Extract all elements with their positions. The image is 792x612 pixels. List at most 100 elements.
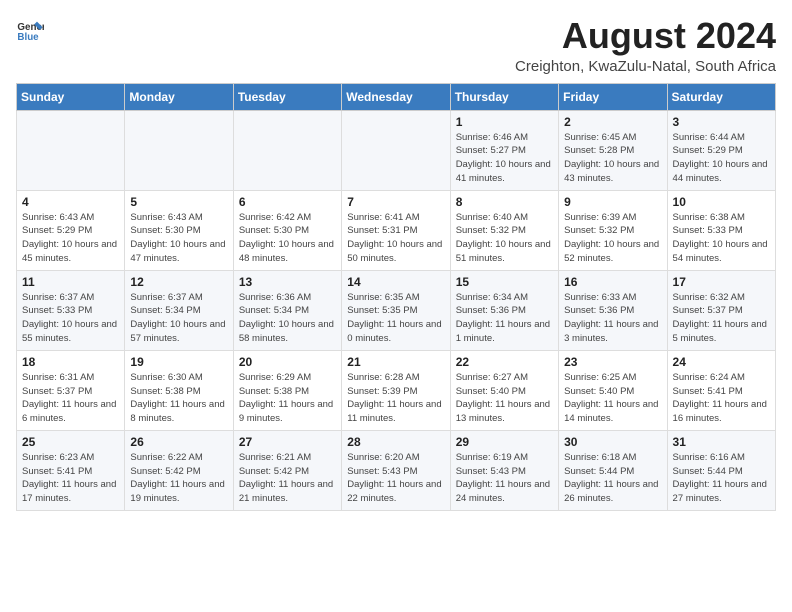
day-info: Sunrise: 6:43 AM Sunset: 5:30 PM Dayligh… — [130, 211, 227, 266]
day-info: Sunrise: 6:20 AM Sunset: 5:43 PM Dayligh… — [347, 451, 444, 506]
day-number: 7 — [347, 195, 444, 209]
header-monday: Monday — [125, 83, 233, 110]
calendar-week-2: 4Sunrise: 6:43 AM Sunset: 5:29 PM Daylig… — [17, 190, 776, 270]
day-info: Sunrise: 6:37 AM Sunset: 5:34 PM Dayligh… — [130, 291, 227, 346]
day-number: 16 — [564, 275, 661, 289]
month-year-title: August 2024 — [515, 16, 776, 56]
calendar-cell: 2 Sunrise: 6:45 AM Sunset: 5:28 PM Daylig… — [559, 110, 667, 190]
calendar-cell: 16 Sunrise: 6:33 AM Sunset: 5:36 PM Dayli… — [559, 270, 667, 350]
day-number: 30 — [564, 435, 661, 449]
calendar-cell: 31 Sunrise: 6:16 AM Sunset: 5:44 PM Dayli… — [667, 430, 775, 510]
svg-text:Blue: Blue — [17, 32, 39, 43]
day-info: Sunrise: 6:36 AM Sunset: 5:34 PM Dayligh… — [239, 291, 336, 346]
logo-icon: General Blue — [16, 16, 44, 44]
day-info: Sunrise: 6:16 AM Sunset: 5:44 PM Dayligh… — [673, 451, 770, 506]
day-info: Sunrise: 6:42 AM Sunset: 5:30 PM Dayligh… — [239, 211, 336, 266]
day-number: 3 — [673, 115, 770, 129]
day-info: Sunrise: 6:29 AM Sunset: 5:38 PM Dayligh… — [239, 371, 336, 426]
day-info: Sunrise: 6:30 AM Sunset: 5:38 PM Dayligh… — [130, 371, 227, 426]
day-info: Sunrise: 6:19 AM Sunset: 5:43 PM Dayligh… — [456, 451, 553, 506]
calendar-cell: 7 Sunrise: 6:41 AM Sunset: 5:31 PM Daylig… — [342, 190, 450, 270]
day-info: Sunrise: 6:46 AM Sunset: 5:27 PM Dayligh… — [456, 131, 553, 186]
header-tuesday: Tuesday — [233, 83, 341, 110]
day-info: Sunrise: 6:18 AM Sunset: 5:44 PM Dayligh… — [564, 451, 661, 506]
calendar-cell: 13Sunrise: 6:36 AM Sunset: 5:34 PM Dayli… — [233, 270, 341, 350]
day-info: Sunrise: 6:43 AM Sunset: 5:29 PM Dayligh… — [22, 211, 119, 266]
location-subtitle: Creighton, KwaZulu-Natal, South Africa — [515, 58, 776, 75]
calendar-cell: 20 Sunrise: 6:29 AM Sunset: 5:38 PM Dayli… — [233, 350, 341, 430]
day-info: Sunrise: 6:41 AM Sunset: 5:31 PM Dayligh… — [347, 211, 444, 266]
calendar-cell: 1 Sunrise: 6:46 AM Sunset: 5:27 PM Daylig… — [450, 110, 558, 190]
day-info: Sunrise: 6:37 AM Sunset: 5:33 PM Dayligh… — [22, 291, 119, 346]
day-info: Sunrise: 6:38 AM Sunset: 5:33 PM Dayligh… — [673, 211, 770, 266]
day-info: Sunrise: 6:45 AM Sunset: 5:28 PM Dayligh… — [564, 131, 661, 186]
calendar-cell — [342, 110, 450, 190]
calendar-cell: 10 Sunrise: 6:38 AM Sunset: 5:33 PM Dayli… — [667, 190, 775, 270]
calendar-cell — [17, 110, 125, 190]
day-number: 10 — [673, 195, 770, 209]
day-info: Sunrise: 6:31 AM Sunset: 5:37 PM Dayligh… — [22, 371, 119, 426]
calendar-table: Sunday Monday Tuesday Wednesday Thursday… — [16, 83, 776, 511]
weekday-header-row: Sunday Monday Tuesday Wednesday Thursday… — [17, 83, 776, 110]
day-info: Sunrise: 6:23 AM Sunset: 5:41 PM Dayligh… — [22, 451, 119, 506]
day-number: 24 — [673, 355, 770, 369]
day-info: Sunrise: 6:22 AM Sunset: 5:42 PM Dayligh… — [130, 451, 227, 506]
calendar-week-3: 11Sunrise: 6:37 AM Sunset: 5:33 PM Dayli… — [17, 270, 776, 350]
calendar-cell: 17 Sunrise: 6:32 AM Sunset: 5:37 PM Dayli… — [667, 270, 775, 350]
day-number: 18 — [22, 355, 119, 369]
day-number: 25 — [22, 435, 119, 449]
day-number: 15 — [456, 275, 553, 289]
day-number: 5 — [130, 195, 227, 209]
calendar-cell — [125, 110, 233, 190]
calendar-cell: 26Sunrise: 6:22 AM Sunset: 5:42 PM Dayli… — [125, 430, 233, 510]
calendar-body: 1 Sunrise: 6:46 AM Sunset: 5:27 PM Daylig… — [17, 110, 776, 510]
calendar-cell: 12Sunrise: 6:37 AM Sunset: 5:34 PM Dayli… — [125, 270, 233, 350]
day-number: 20 — [239, 355, 336, 369]
calendar-week-4: 18 Sunrise: 6:31 AM Sunset: 5:37 PM Dayli… — [17, 350, 776, 430]
day-number: 28 — [347, 435, 444, 449]
day-info: Sunrise: 6:28 AM Sunset: 5:39 PM Dayligh… — [347, 371, 444, 426]
calendar-week-1: 1 Sunrise: 6:46 AM Sunset: 5:27 PM Daylig… — [17, 110, 776, 190]
calendar-cell: 21 Sunrise: 6:28 AM Sunset: 5:39 PM Dayli… — [342, 350, 450, 430]
day-number: 17 — [673, 275, 770, 289]
calendar-cell — [233, 110, 341, 190]
calendar-header: Sunday Monday Tuesday Wednesday Thursday… — [17, 83, 776, 110]
calendar-cell: 30 Sunrise: 6:18 AM Sunset: 5:44 PM Dayli… — [559, 430, 667, 510]
title-block: August 2024 Creighton, KwaZulu-Natal, So… — [515, 16, 776, 75]
calendar-cell: 19Sunrise: 6:30 AM Sunset: 5:38 PM Dayli… — [125, 350, 233, 430]
day-info: Sunrise: 6:25 AM Sunset: 5:40 PM Dayligh… — [564, 371, 661, 426]
header-thursday: Thursday — [450, 83, 558, 110]
header-wednesday: Wednesday — [342, 83, 450, 110]
day-info: Sunrise: 6:32 AM Sunset: 5:37 PM Dayligh… — [673, 291, 770, 346]
calendar-cell: 15 Sunrise: 6:34 AM Sunset: 5:36 PM Dayli… — [450, 270, 558, 350]
calendar-cell: 6 Sunrise: 6:42 AM Sunset: 5:30 PM Daylig… — [233, 190, 341, 270]
day-info: Sunrise: 6:24 AM Sunset: 5:41 PM Dayligh… — [673, 371, 770, 426]
header-saturday: Saturday — [667, 83, 775, 110]
calendar-cell: 23Sunrise: 6:25 AM Sunset: 5:40 PM Dayli… — [559, 350, 667, 430]
day-number: 2 — [564, 115, 661, 129]
day-number: 29 — [456, 435, 553, 449]
day-number: 31 — [673, 435, 770, 449]
day-number: 21 — [347, 355, 444, 369]
day-info: Sunrise: 6:34 AM Sunset: 5:36 PM Dayligh… — [456, 291, 553, 346]
day-info: Sunrise: 6:39 AM Sunset: 5:32 PM Dayligh… — [564, 211, 661, 266]
calendar-cell: 27 Sunrise: 6:21 AM Sunset: 5:42 PM Dayli… — [233, 430, 341, 510]
calendar-cell: 18 Sunrise: 6:31 AM Sunset: 5:37 PM Dayli… — [17, 350, 125, 430]
calendar-cell: 29 Sunrise: 6:19 AM Sunset: 5:43 PM Dayli… — [450, 430, 558, 510]
day-info: Sunrise: 6:44 AM Sunset: 5:29 PM Dayligh… — [673, 131, 770, 186]
day-number: 1 — [456, 115, 553, 129]
calendar-cell: 25 Sunrise: 6:23 AM Sunset: 5:41 PM Dayli… — [17, 430, 125, 510]
calendar-cell: 28 Sunrise: 6:20 AM Sunset: 5:43 PM Dayli… — [342, 430, 450, 510]
day-info: Sunrise: 6:21 AM Sunset: 5:42 PM Dayligh… — [239, 451, 336, 506]
day-number: 8 — [456, 195, 553, 209]
header-sunday: Sunday — [17, 83, 125, 110]
header-friday: Friday — [559, 83, 667, 110]
day-number: 22 — [456, 355, 553, 369]
day-info: Sunrise: 6:33 AM Sunset: 5:36 PM Dayligh… — [564, 291, 661, 346]
day-info: Sunrise: 6:27 AM Sunset: 5:40 PM Dayligh… — [456, 371, 553, 426]
day-number: 6 — [239, 195, 336, 209]
calendar-cell: 24 Sunrise: 6:24 AM Sunset: 5:41 PM Dayli… — [667, 350, 775, 430]
calendar-cell: 3 Sunrise: 6:44 AM Sunset: 5:29 PM Daylig… — [667, 110, 775, 190]
calendar-cell: 11Sunrise: 6:37 AM Sunset: 5:33 PM Dayli… — [17, 270, 125, 350]
day-number: 27 — [239, 435, 336, 449]
